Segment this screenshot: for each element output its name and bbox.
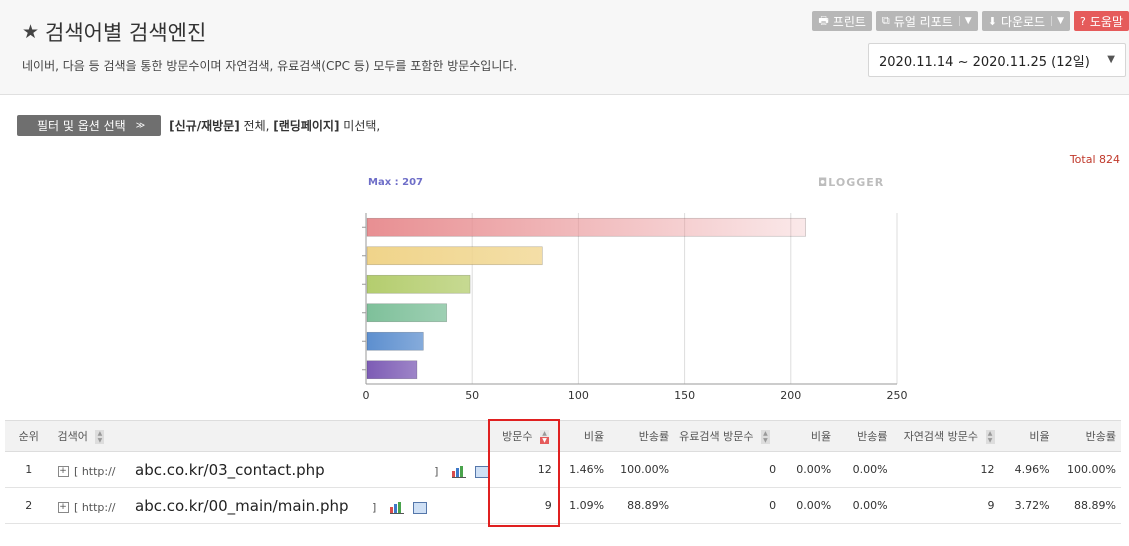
col-paid-bounce[interactable]: 반송률 <box>836 420 893 452</box>
x-tick-label: 100 <box>568 389 589 402</box>
search-engine-table: 순위 검색어 ▲ ▼ 방문수 ▲ ▼ 비율 반송률 유료검색 방문수 ▲ ▼ 비율 반… <box>5 420 1121 524</box>
col-ratio[interactable]: 비율 <box>556 420 610 452</box>
sort-icon[interactable]: ▲ ▼ <box>760 430 770 444</box>
x-tick-label: 50 <box>465 389 479 402</box>
chart-bar[interactable] <box>366 303 448 323</box>
rank-cell: 1 <box>5 451 53 488</box>
rank-cell: 2 <box>5 487 53 524</box>
organic-visits-cell: 9 <box>892 487 1000 524</box>
organic-bounce-cell: 100.00% <box>1054 451 1121 488</box>
url-prefix: [ http:// <box>74 500 116 514</box>
url-suffix: ] <box>434 464 439 478</box>
url-link[interactable]: abc.co.kr/03_contact.php <box>135 461 325 479</box>
chart-bar[interactable] <box>366 217 806 237</box>
x-tick-label: 0 <box>363 389 370 402</box>
paid-ratio-cell: 0.00% <box>781 487 837 524</box>
chart-bar[interactable] <box>366 360 418 380</box>
x-tick-label: 250 <box>887 389 908 402</box>
bar-chart-icon[interactable] <box>389 502 404 514</box>
col-paid-ratio[interactable]: 비율 <box>781 420 837 452</box>
bar-chart-icon[interactable] <box>451 466 466 478</box>
paid-visits-cell: 0 <box>674 487 782 524</box>
organic-ratio-cell: 3.72% <box>999 487 1055 524</box>
keyword-cell: + [ http:// abc.co.kr/00_main/main.php ] <box>52 487 495 524</box>
visits-column-highlight <box>488 419 560 527</box>
col-bounce[interactable]: 반송률 <box>609 420 675 452</box>
organic-bounce-cell: 88.89% <box>1054 487 1121 524</box>
organic-visits-cell: 12 <box>892 451 1000 488</box>
paid-bounce-cell: 0.00% <box>836 487 893 524</box>
popup-window-icon[interactable] <box>413 502 428 514</box>
expand-plus-icon[interactable]: + <box>57 466 69 477</box>
organic-ratio-cell: 4.96% <box>999 451 1055 488</box>
col-organic-ratio[interactable]: 비율 <box>999 420 1055 452</box>
sort-icon[interactable]: ▲ ▼ <box>95 430 105 444</box>
col-keyword[interactable]: 검색어 ▲ ▼ <box>52 420 495 452</box>
paid-visits-cell: 0 <box>674 451 782 488</box>
ratio-cell: 1.46% <box>556 451 610 488</box>
table-row: 1 + [ http:// abc.co.kr/03_contact.php ]… <box>5 451 1121 488</box>
col-rank[interactable]: 순위 <box>5 420 53 452</box>
chart-bar[interactable] <box>366 274 471 294</box>
url-link[interactable]: abc.co.kr/00_main/main.php <box>135 497 348 515</box>
ratio-cell: 1.09% <box>556 487 610 524</box>
paid-ratio-cell: 0.00% <box>781 451 837 488</box>
chart-bar[interactable] <box>366 331 424 351</box>
expand-plus-icon[interactable]: + <box>57 502 69 513</box>
col-organic-visits[interactable]: 자연검색 방문수 ▲ ▼ <box>892 420 1000 452</box>
col-paid-visits[interactable]: 유료검색 방문수 ▲ ▼ <box>674 420 782 452</box>
paid-bounce-cell: 0.00% <box>836 451 893 488</box>
keyword-cell: + [ http:// abc.co.kr/03_contact.php ] <box>52 451 495 488</box>
chart-bar[interactable] <box>366 246 543 266</box>
x-tick-label: 150 <box>674 389 695 402</box>
x-tick-label: 200 <box>780 389 801 402</box>
visits-bar-chart: 0 50 100 150 200 250 <box>362 213 908 402</box>
table-row: 2 + [ http:// abc.co.kr/00_main/main.php… <box>5 487 1121 524</box>
sort-icon[interactable]: ▲ ▼ <box>985 430 995 444</box>
url-prefix: [ http:// <box>74 464 116 478</box>
col-organic-bounce[interactable]: 반송률 <box>1054 420 1121 452</box>
table-header-row: 순위 검색어 ▲ ▼ 방문수 ▲ ▼ 비율 반송률 유료검색 방문수 ▲ ▼ 비율 반… <box>5 420 1121 452</box>
url-suffix: ] <box>372 500 377 514</box>
bounce-cell: 88.89% <box>609 487 675 524</box>
bounce-cell: 100.00% <box>609 451 675 488</box>
